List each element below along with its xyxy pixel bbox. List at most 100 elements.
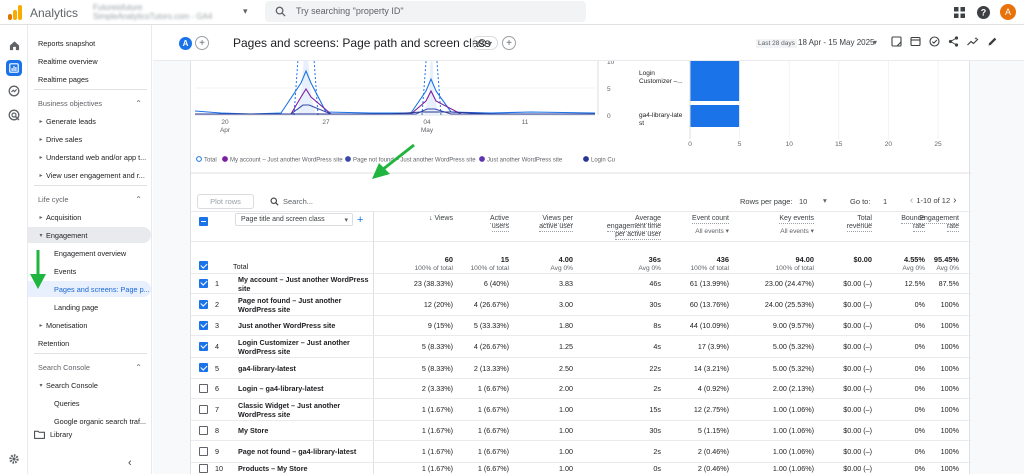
analytics-logo[interactable] [8,5,24,20]
sidebar-section-business-objectives[interactable]: Business objectives ⌃ [28,95,151,111]
row-page-title[interactable]: Just another WordPress site [238,321,335,330]
row-checkbox[interactable] [199,320,208,330]
add-comparison-button[interactable]: + [195,36,209,50]
explore-icon[interactable] [6,83,22,99]
apps-grid-icon[interactable] [952,5,967,20]
row-page-title[interactable]: WordPress site [238,347,290,356]
row-page-title[interactable]: My Store [238,426,268,435]
caret-down-icon[interactable]: ▾ [36,232,46,239]
sidebar-item-drive-sales[interactable]: ▸ Drive sales [28,131,151,147]
row-page-title[interactable]: Login – ga4-library-latest [238,384,323,393]
row-page-title[interactable]: ga4-library-latest [238,364,296,373]
chevron-up-icon[interactable]: ⌃ [135,363,142,372]
caret-right-icon[interactable]: ▸ [36,172,46,179]
report-status-badge[interactable]: ▾ [472,36,498,50]
collapse-sidebar-icon[interactable]: ‹ [128,455,148,471]
column-header[interactable]: ↓ Views [429,215,453,223]
legend-swatch[interactable] [222,156,228,162]
column-metric-selector[interactable]: All events ▾ [695,227,729,235]
totals-checkbox[interactable] [199,261,208,270]
column-header[interactable]: rate [946,223,959,232]
search-box[interactable]: Try searching "property ID" [265,1,586,22]
share-icon[interactable] [948,36,959,47]
row-checkbox[interactable] [199,278,208,288]
row-page-title[interactable]: My account – Just another WordPress [238,275,368,284]
legend-swatch[interactable] [583,156,589,162]
caret-down-icon[interactable]: ▾ [36,382,46,389]
prev-page-icon[interactable]: ‹ [910,195,913,206]
table-search[interactable]: Search... [270,197,313,206]
row-checkbox[interactable] [199,299,208,309]
row-checkbox[interactable] [199,383,208,393]
row-page-title[interactable]: WordPress site [238,410,290,419]
customize-report-icon[interactable] [891,36,902,47]
legend-swatch[interactable] [196,156,202,162]
chevron-up-icon[interactable]: ⌃ [135,195,142,204]
column-header[interactable]: active user [539,223,573,232]
row-page-title[interactable]: Products – My Store [238,464,308,473]
caret-right-icon[interactable]: ▸ [36,118,46,125]
goto-input[interactable]: 1 [883,197,887,206]
caret-right-icon[interactable]: ▸ [36,214,46,221]
row-checkbox[interactable] [199,446,208,456]
home-icon[interactable] [6,37,22,53]
sidebar-section-search-console[interactable]: Search Console ⌃ [28,359,151,375]
row-checkbox[interactable] [199,363,208,372]
sidebar-item-understand-web-and-or-app-t[interactable]: ▸ Understand web and/or app t... [28,149,151,165]
caret-right-icon[interactable]: ▸ [36,136,46,143]
row-page-title[interactable]: Classic Widget – Just another [238,401,340,410]
add-filter-button[interactable]: + [502,36,516,50]
column-metric-selector[interactable]: All events ▾ [780,227,814,235]
legend-swatch[interactable] [345,156,351,162]
sidebar-section-life-cycle[interactable]: Life cycle ⌃ [28,191,151,207]
sidebar-item-landing-page[interactable]: Landing page [28,299,151,315]
reports-icon[interactable] [6,60,22,76]
comparison-chip[interactable]: A [179,37,192,50]
column-header[interactable]: revenue [846,223,872,232]
sidebar-item-queries[interactable]: Queries [28,395,151,411]
sidebar-item-monetisation[interactable]: ▸ Monetisation [28,317,151,333]
trend-sparkle-icon[interactable] [967,36,979,47]
sidebar-item-google-organic-search-traf[interactable]: Google organic search traf... [28,413,151,429]
row-page-title[interactable]: site [238,284,250,293]
column-header[interactable]: Event count [692,215,729,224]
advertising-icon[interactable] [6,107,22,123]
row-page-title[interactable]: Page not found – Just another [238,296,341,305]
row-page-title[interactable]: Login Customizer – Just another [238,338,350,347]
row-page-title[interactable]: WordPress site [238,305,290,314]
select-all-checkbox[interactable] [199,217,208,226]
caret-right-icon[interactable]: ▸ [36,154,46,161]
settings-gear-icon[interactable] [6,451,22,467]
sidebar-item-realtime-pages[interactable]: Realtime pages [28,71,151,87]
sidebar-item-search-console[interactable]: ▾ Search Console [28,377,151,393]
bar-1[interactable] [690,61,740,101]
column-header[interactable]: rate [912,223,925,232]
date-range-value[interactable]: 18 Apr - 15 May 2025 [798,38,875,47]
bar-2[interactable] [690,105,740,127]
compare-icon[interactable] [910,36,921,47]
sidebar-item-view-user-engagement-and-r[interactable]: ▸ View user engagement and r... [28,167,151,183]
column-header[interactable]: per active user [615,231,661,240]
row-checkbox[interactable] [199,463,208,473]
column-header[interactable]: Key events [779,215,814,224]
date-range-chevron-icon[interactable]: ▾ [873,38,877,47]
sidebar-item-reports-snapshot[interactable]: Reports snapshot [28,35,151,51]
row-checkbox[interactable] [199,425,208,435]
row-checkbox[interactable] [199,341,208,351]
row-checkbox[interactable] [199,404,208,414]
chevron-down-icon[interactable]: ▾ [823,196,827,205]
rows-per-page-select[interactable]: 10 [799,197,807,206]
plot-rows-button[interactable]: Plot rows [197,194,254,209]
dimension-selector[interactable]: Page title and screen class ▾ [235,213,353,226]
sidebar-item-retention[interactable]: Retention [28,335,151,351]
legend-swatch[interactable] [479,156,485,162]
column-header[interactable]: users [491,223,509,232]
row-page-title[interactable]: Page not found – ga4-library-latest [238,447,356,456]
next-page-icon[interactable]: › [953,195,956,206]
sidebar-item-generate-leads[interactable]: ▸ Generate leads [28,113,151,129]
account-selector[interactable]: Futureisfuture SimpleAnalyticsTutors.com… [93,3,212,21]
add-dimension-button[interactable]: + [357,214,363,226]
edit-pencil-icon[interactable] [987,36,998,47]
insights-icon[interactable] [929,36,940,47]
chevron-up-icon[interactable]: ⌃ [135,99,142,108]
